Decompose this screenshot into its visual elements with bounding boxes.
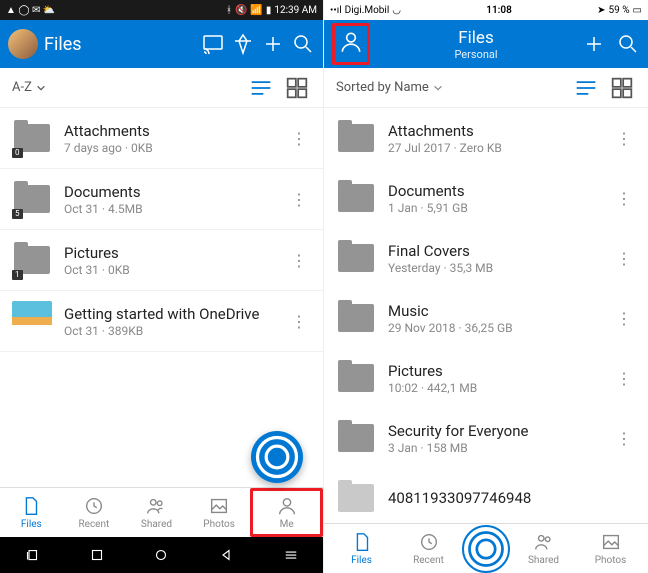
status-time: 11:08 [486, 5, 512, 16]
status-bar: ••ılDigi.Mobil◡ 11:08 ➤59 % ▭ [324, 0, 648, 20]
folder-icon [338, 244, 374, 272]
nav-overview-icon[interactable] [88, 546, 106, 564]
tab-shared[interactable]: Shared [510, 531, 577, 566]
android-screen: ▲ ◯ ✉ ⛅ ᚼ 🔇 📶 ▮ 12:39 AM Files A-Z 0Atta… [0, 0, 324, 573]
battery-icon: ▭ [633, 5, 642, 16]
more-icon[interactable]: ⋮ [612, 249, 636, 268]
search-icon[interactable] [291, 32, 315, 56]
list-item[interactable]: 0Attachments7 days ago · 0KB⋮ [0, 108, 323, 169]
app-header: Files [0, 20, 323, 68]
ios-screen: ••ılDigi.Mobil◡ 11:08 ➤59 % ▭ FilesPerson… [324, 0, 648, 573]
bottom-tabs: Files Recent Shared Photos Me [0, 487, 323, 537]
folder-icon [338, 364, 374, 392]
more-icon[interactable]: ⋮ [612, 129, 636, 148]
list-item[interactable]: 5DocumentsOct 31 · 4.5MB⋮ [0, 169, 323, 230]
bottom-tabs: Files Recent Shared Photos [324, 523, 648, 573]
nav-back-icon[interactable] [217, 546, 235, 564]
android-navbar [0, 537, 323, 573]
mute-icon: 🔇 [235, 5, 247, 16]
status-time: 12:39 AM [274, 5, 317, 16]
tab-recent[interactable]: Recent [63, 488, 126, 537]
sort-bar: Sorted by Name [324, 68, 648, 108]
list-item[interactable]: Pictures10:02 · 442,1 MB⋮ [324, 348, 648, 408]
tab-recent[interactable]: Recent [395, 531, 462, 566]
nav-home-icon[interactable] [152, 546, 170, 564]
folder-icon [338, 484, 374, 512]
premium-icon[interactable] [231, 32, 255, 56]
status-bar: ▲ ◯ ✉ ⛅ ᚼ 🔇 📶 ▮ 12:39 AM [0, 0, 323, 20]
cast-icon[interactable] [201, 32, 225, 56]
add-icon[interactable] [261, 32, 285, 56]
nav-menu-icon[interactable] [282, 546, 300, 564]
page-title: Files [44, 34, 195, 55]
folder-icon [338, 424, 374, 452]
more-icon[interactable]: ⋮ [287, 129, 311, 148]
list-item[interactable]: Getting started with OneDriveOct 31 · 38… [0, 291, 323, 352]
more-icon[interactable]: ⋮ [612, 429, 636, 448]
nav-recent-icon[interactable] [23, 546, 41, 564]
profile-button[interactable] [332, 23, 370, 65]
list-item[interactable]: 40811933097746948 [324, 468, 648, 523]
file-list: Attachments27 Jul 2017 · Zero KB⋮ Docume… [324, 108, 648, 523]
app-header: FilesPersonal [324, 20, 648, 68]
more-icon[interactable]: ⋮ [287, 190, 311, 209]
avatar[interactable] [8, 29, 38, 59]
list-item[interactable]: Final CoversYesterday · 35,3 MB⋮ [324, 228, 648, 288]
bluetooth-icon: ᚼ [226, 5, 232, 16]
status-icons-right: ᚼ 🔇 📶 ▮ 12:39 AM [226, 5, 317, 16]
tab-files[interactable]: Files [0, 488, 63, 537]
sort-bar: A-Z [0, 68, 323, 108]
folder-icon [338, 184, 374, 212]
view-list-icon[interactable] [572, 74, 600, 102]
more-icon[interactable]: ⋮ [287, 312, 311, 331]
tab-photos[interactable]: Photos [188, 488, 251, 537]
folder-icon [338, 124, 374, 152]
list-item[interactable]: Music29 Nov 2018 · 36,25 GB⋮ [324, 288, 648, 348]
sort-button[interactable]: Sorted by Name [336, 80, 564, 95]
scan-fab[interactable] [462, 525, 510, 573]
location-icon: ➤ [597, 5, 605, 16]
carrier: Digi.Mobil [345, 5, 390, 16]
more-icon[interactable]: ⋮ [612, 309, 636, 328]
tab-shared[interactable]: Shared [125, 488, 188, 537]
file-thumbnail [12, 301, 52, 341]
list-item[interactable]: Documents1 Jan · 5,91 GB⋮ [324, 168, 648, 228]
folder-icon [338, 304, 374, 332]
view-grid-icon[interactable] [608, 74, 636, 102]
battery-icon: ▮ [266, 5, 272, 16]
tab-me[interactable]: Me [250, 488, 323, 537]
battery-pct: 59 % [608, 5, 629, 16]
status-icons-left: ▲ ◯ ✉ ⛅ [6, 5, 55, 16]
signal-icon: 📶 [250, 5, 262, 16]
tab-photos[interactable]: Photos [577, 531, 644, 566]
view-list-icon[interactable] [247, 74, 275, 102]
signal-icon: ••ıl [330, 5, 342, 16]
tab-files[interactable]: Files [328, 531, 395, 566]
search-icon[interactable] [616, 32, 640, 56]
page-title: FilesPersonal [376, 28, 576, 61]
scan-fab[interactable] [251, 431, 303, 483]
sort-button[interactable]: A-Z [12, 80, 239, 95]
list-item[interactable]: Attachments27 Jul 2017 · Zero KB⋮ [324, 108, 648, 168]
more-icon[interactable]: ⋮ [612, 189, 636, 208]
view-grid-icon[interactable] [283, 74, 311, 102]
list-item[interactable]: Security for Everyone3 Jan · 158 MB⋮ [324, 408, 648, 468]
add-icon[interactable] [582, 32, 606, 56]
more-icon[interactable]: ⋮ [612, 369, 636, 388]
wifi-icon: ◡ [392, 5, 401, 16]
more-icon[interactable]: ⋮ [287, 251, 311, 270]
list-item[interactable]: 1PicturesOct 31 · 0KB⋮ [0, 230, 323, 291]
